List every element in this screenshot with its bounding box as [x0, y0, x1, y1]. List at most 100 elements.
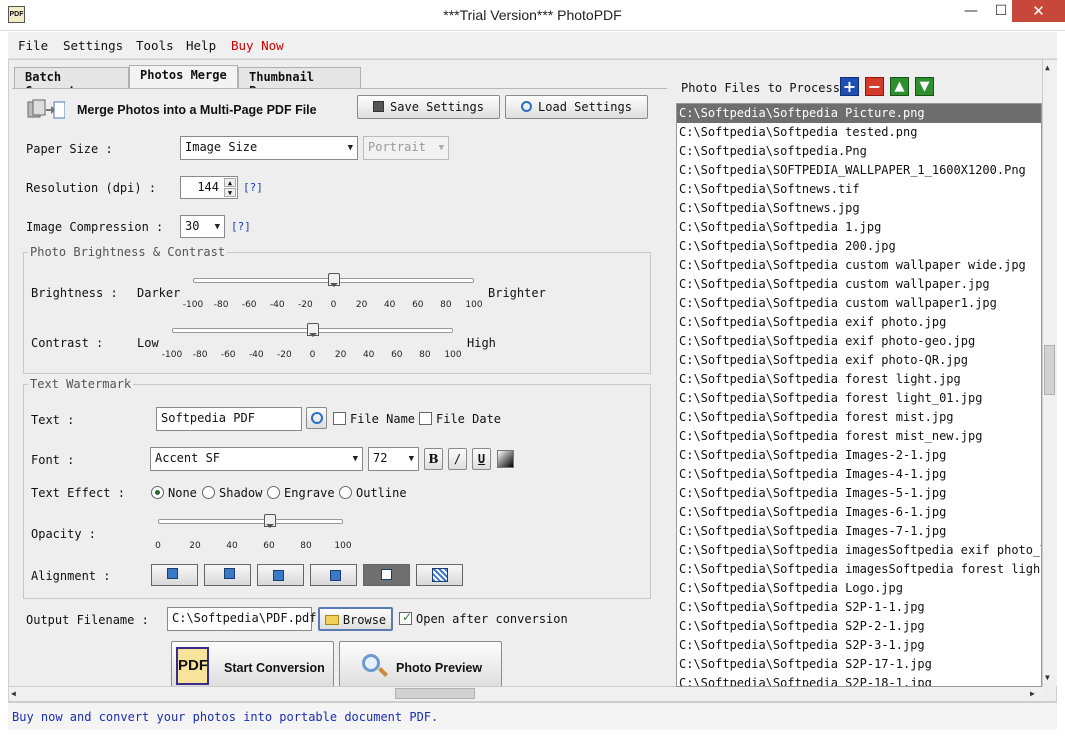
file-list-item[interactable]: C:\Softpedia\Softpedia S2P-18-1.jpg [677, 674, 1041, 686]
file-list-item[interactable]: C:\Softpedia\Softpedia tested.png [677, 123, 1041, 142]
file-list-item[interactable]: C:\Softpedia\Softpedia exif photo.jpg [677, 313, 1041, 332]
browse-button[interactable]: Browse [318, 607, 393, 631]
photo-file-list[interactable]: C:\Softpedia\Softpedia Picture.png C:\Sof… [676, 103, 1042, 687]
effect-none-radio[interactable] [151, 486, 164, 499]
compression-help-link[interactable]: [?] [231, 220, 251, 233]
menu-tools[interactable]: Tools [136, 38, 174, 53]
menu-buy-now[interactable]: Buy Now [231, 38, 284, 53]
align-top-right-button[interactable] [204, 564, 251, 586]
file-list-item[interactable]: C:\Softpedia\Softpedia exif photo-QR.jpg [677, 351, 1041, 370]
compression-select[interactable]: 30 ▼ [180, 215, 225, 238]
paper-size-select[interactable]: Image Size ▼ [180, 136, 358, 160]
spinner-up-icon[interactable]: ▲ [224, 178, 236, 187]
file-list-item[interactable]: C:\Softpedia\Softnews.tif [677, 180, 1041, 199]
file-list-item[interactable]: C:\Softpedia\Softpedia Images-4-1.jpg [677, 465, 1041, 484]
align-bottom-right-icon [330, 570, 341, 581]
align-tile-button[interactable] [416, 564, 463, 586]
effect-engrave-radio[interactable] [267, 486, 280, 499]
remove-file-button[interactable]: − [865, 77, 884, 96]
file-list-item[interactable]: C:\Softpedia\Softpedia imagesSoftpedia f… [677, 560, 1041, 579]
opacity-slider[interactable] [264, 514, 276, 528]
start-conversion-button[interactable]: PDF Start Conversion [171, 641, 334, 687]
file-list-item[interactable]: C:\Softpedia\Softpedia Picture.png [677, 104, 1041, 123]
text-color-button[interactable] [497, 450, 514, 468]
file-list-item[interactable]: C:\Softpedia\Softpedia Images-5-1.jpg [677, 484, 1041, 503]
file-list-item[interactable]: C:\Softpedia\Softpedia custom wallpaper … [677, 256, 1041, 275]
file-list-item[interactable]: C:\Softpedia\softpedia.Png [677, 142, 1041, 161]
output-filename-input[interactable]: C:\Softpedia\PDF.pdf [167, 607, 317, 631]
menu-settings[interactable]: Settings [63, 38, 123, 53]
file-list-item[interactable]: C:\Softpedia\Softpedia custom wallpaper1… [677, 294, 1041, 313]
resolution-help-link[interactable]: [?] [243, 181, 263, 194]
scroll-right-icon[interactable]: ▶ [1030, 689, 1035, 698]
file-list-item[interactable]: C:\Softpedia\Softpedia S2P-3-1.jpg [677, 636, 1041, 655]
contrast-low-label: Low [137, 336, 159, 350]
effect-shadow-radio[interactable] [202, 486, 215, 499]
window-title: ***Trial Version*** PhotoPDF [443, 7, 622, 23]
open-after-checkbox[interactable]: ✓ [399, 610, 413, 625]
resolution-spinner[interactable]: 144 ▲ ▼ [180, 176, 238, 199]
file-list-item[interactable]: C:\Softpedia\Softpedia S2P-2-1.jpg [677, 617, 1041, 636]
file-list-item[interactable]: C:\Softpedia\Softpedia forest light_01.j… [677, 389, 1041, 408]
file-list-item[interactable]: C:\Softpedia\Softpedia forest mist_new.j… [677, 427, 1041, 446]
checkmark-icon: ✓ [402, 610, 413, 624]
file-list-item[interactable]: C:\Softpedia\Softpedia S2P-1-1.jpg [677, 598, 1041, 617]
font-size-select[interactable]: 72 ▼ [368, 447, 419, 471]
menu-file[interactable]: File [18, 38, 48, 53]
file-list-item[interactable]: C:\Softpedia\SOFTPEDIA_WALLPAPER_1_1600X… [677, 161, 1041, 180]
font-select[interactable]: Accent SF ▼ [150, 447, 363, 471]
contrast-slider[interactable] [307, 323, 319, 337]
brightness-tick-label: 100 [465, 300, 483, 310]
move-down-button[interactable]: ▼ [915, 77, 934, 96]
file-list-item[interactable]: C:\Softpedia\Softpedia 1.jpg [677, 218, 1041, 237]
file-date-checkbox[interactable] [419, 412, 432, 425]
underline-button[interactable]: U [472, 448, 491, 470]
horizontal-scroll-thumb[interactable] [395, 688, 475, 699]
file-list-item[interactable]: C:\Softpedia\Softpedia Images-2-1.jpg [677, 446, 1041, 465]
move-up-button[interactable]: ▲ [890, 77, 909, 96]
file-list-item[interactable]: C:\Softpedia\Softpedia Logo.jpg [677, 579, 1041, 598]
file-list-item[interactable]: C:\Softpedia\Softpedia forest light.jpg [677, 370, 1041, 389]
file-list-item[interactable]: C:\Softpedia\Softpedia Images-6-1.jpg [677, 503, 1041, 522]
scroll-up-icon[interactable]: ▲ [1045, 63, 1050, 72]
file-list-item[interactable]: C:\Softpedia\Softpedia exif photo-geo.jp… [677, 332, 1041, 351]
spinner-down-icon[interactable]: ▼ [224, 188, 236, 197]
file-name-checkbox[interactable] [333, 412, 346, 425]
contrast-tick-label: -20 [277, 350, 292, 360]
load-settings-button[interactable]: Load Settings [505, 95, 648, 119]
effect-outline-label: Outline [356, 486, 407, 500]
contrast-tick-label: 80 [419, 350, 431, 360]
insert-macro-button[interactable] [306, 407, 327, 429]
add-file-button[interactable]: + [840, 77, 859, 96]
file-list-item[interactable]: C:\Softpedia\Softpedia S2P-17-1.jpg [677, 655, 1041, 674]
brightness-slider[interactable] [328, 273, 340, 287]
align-bottom-right-button[interactable] [310, 564, 357, 586]
save-settings-button[interactable]: Save Settings [357, 95, 500, 119]
scroll-left-icon[interactable]: ◀ [11, 689, 16, 698]
photo-preview-button[interactable]: Photo Preview [339, 641, 502, 687]
minimize-button[interactable]: — [955, 0, 987, 22]
scroll-down-icon[interactable]: ▼ [1045, 673, 1050, 682]
bold-button[interactable]: B [424, 448, 443, 470]
align-top-left-button[interactable] [151, 564, 198, 586]
vertical-scroll-thumb[interactable] [1044, 345, 1055, 395]
open-after-label: Open after conversion [416, 612, 568, 626]
opacity-tick-label: 20 [189, 541, 201, 551]
close-button[interactable]: ✕ [1012, 0, 1065, 22]
tab-batch-convert[interactable]: Batch Convert [14, 67, 129, 98]
menu-help[interactable]: Help [186, 38, 216, 53]
effect-outline-radio[interactable] [339, 486, 352, 499]
italic-button[interactable]: / [448, 448, 467, 470]
file-list-item[interactable]: C:\Softpedia\Softnews.jpg [677, 199, 1041, 218]
align-center-button[interactable] [363, 564, 410, 586]
file-list-item[interactable]: C:\Softpedia\Softpedia Images-7-1.jpg [677, 522, 1041, 541]
file-list-item[interactable]: C:\Softpedia\Softpedia forest mist.jpg [677, 408, 1041, 427]
tab-thumbnail-page[interactable]: Thumbnail Page [238, 67, 361, 98]
file-list-item[interactable]: C:\Softpedia\Softpedia imagesSoftpedia e… [677, 541, 1041, 560]
align-bottom-left-button[interactable] [257, 564, 304, 586]
watermark-text-input[interactable]: Softpedia PDF [156, 407, 302, 431]
tab-photos-merge[interactable]: Photos Merge [129, 65, 238, 89]
horizontal-scrollbar[interactable] [9, 686, 1043, 701]
file-list-item[interactable]: C:\Softpedia\Softpedia custom wallpaper.… [677, 275, 1041, 294]
file-list-item[interactable]: C:\Softpedia\Softpedia 200.jpg [677, 237, 1041, 256]
